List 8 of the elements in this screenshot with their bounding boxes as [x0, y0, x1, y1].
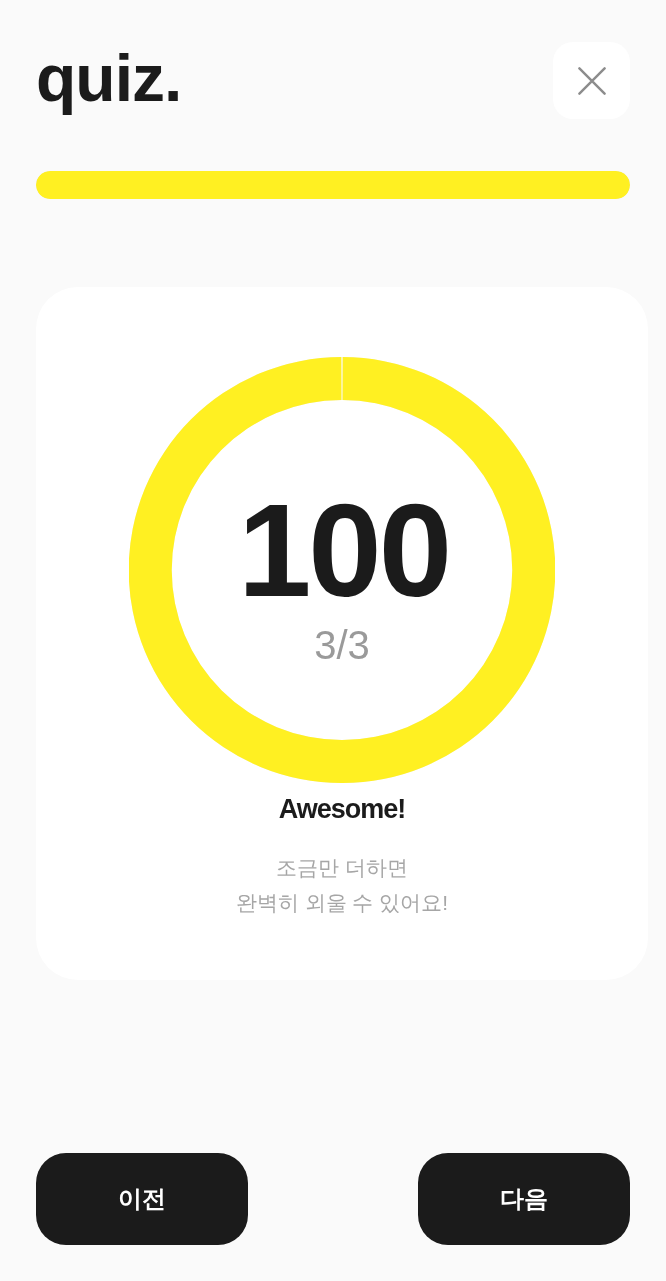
previous-button[interactable]: 이전 — [36, 1153, 248, 1245]
close-icon — [577, 66, 606, 95]
result-title: Awesome! — [278, 793, 406, 826]
score-value: 100 — [237, 485, 450, 617]
result-message: 조금만 더하면 완벽히 외울 수 있어요! — [235, 855, 449, 916]
answer-count: 3/3 — [314, 625, 370, 665]
next-button[interactable]: 다음 — [418, 1153, 630, 1245]
close-button[interactable] — [553, 42, 630, 119]
